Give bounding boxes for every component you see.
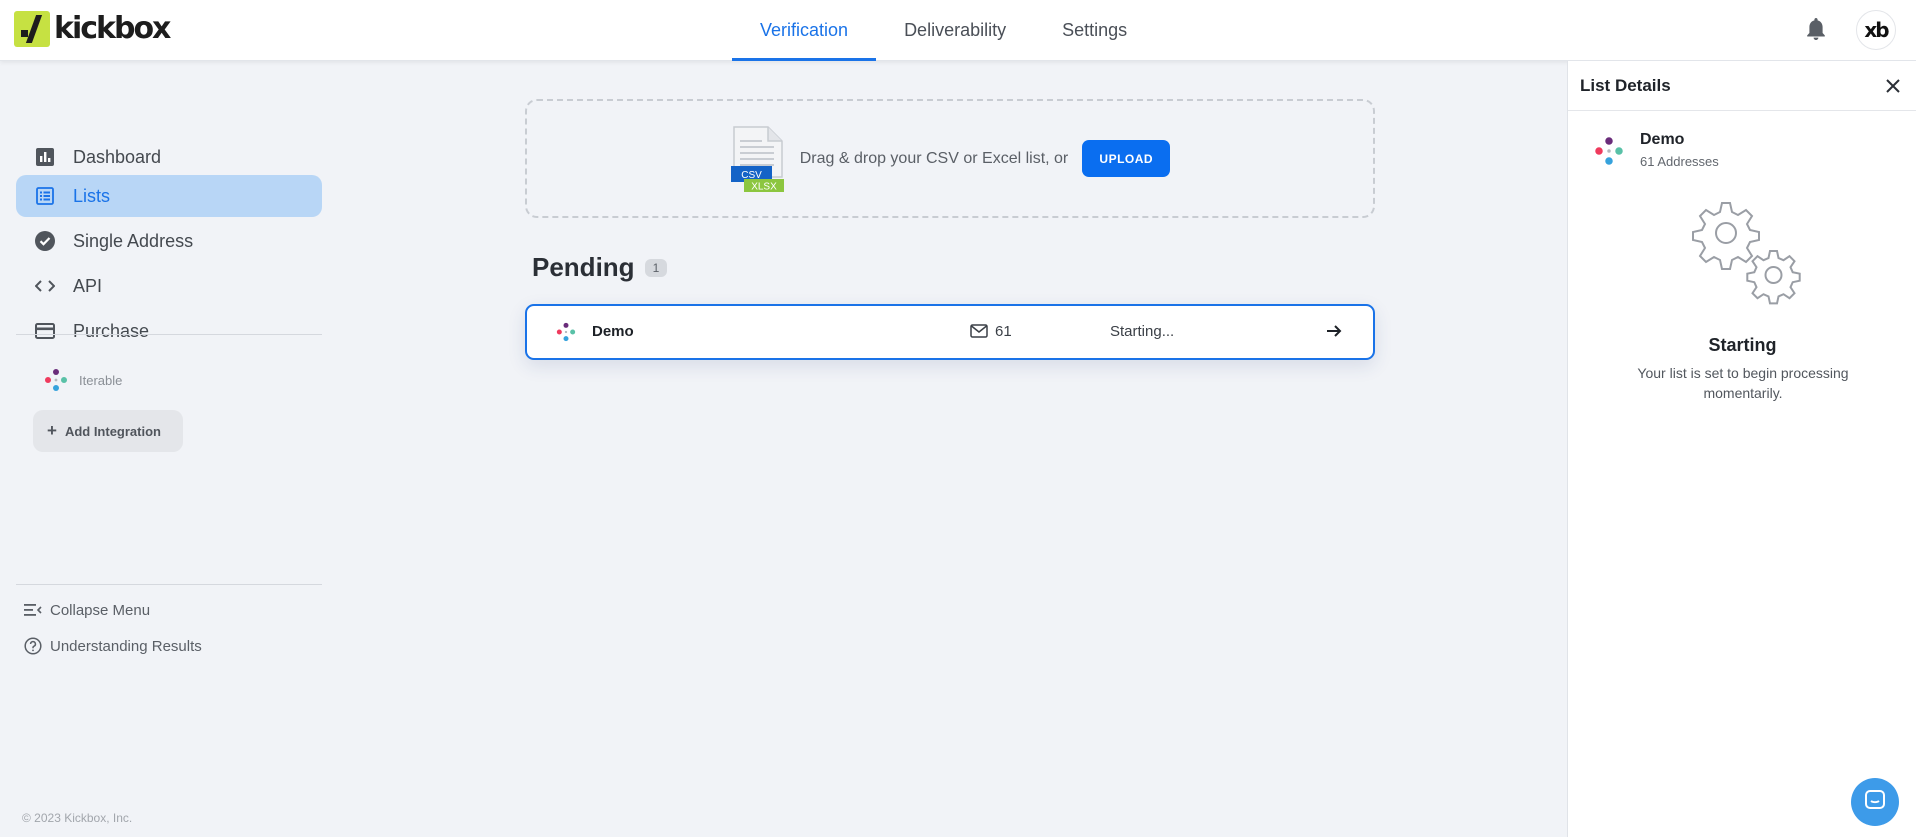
gears-icon (1688, 199, 1803, 309)
sidebar-item-label: Single Address (73, 230, 194, 251)
iterable-logo-icon (1594, 136, 1624, 166)
sidebar-item-single-address[interactable]: Single Address (16, 220, 322, 262)
arrow-right-icon[interactable] (1325, 322, 1343, 340)
code-icon (34, 275, 56, 297)
collapse-menu-button[interactable]: Collapse Menu (24, 601, 150, 619)
integration-iterable[interactable]: Iterable (44, 368, 122, 392)
chat-icon (1863, 788, 1887, 817)
sidebar-item-api[interactable]: API (16, 265, 322, 307)
sidebar-item-label: Lists (73, 185, 111, 206)
understanding-results-label: Understanding Results (50, 637, 202, 655)
sidebar-item-lists[interactable]: Lists (16, 175, 322, 217)
collapse-menu-icon (24, 601, 42, 619)
processing-state-title: Starting (1708, 335, 1777, 355)
dropzone-text: Drag & drop your CSV or Excel list, or (799, 149, 1069, 167)
close-icon[interactable] (1884, 77, 1902, 95)
kickbox-logo[interactable]: kickbox (14, 11, 171, 47)
collapse-menu-label: Collapse Menu (50, 601, 151, 619)
sidebar: Dashboard Lists Single Address API Purch… (0, 61, 330, 837)
upload-button[interactable]: UPLOAD (1082, 140, 1171, 177)
spreadsheet-file-icon: CSV XLSX (730, 125, 786, 192)
copyright-text: © 2023 Kickbox, Inc. (22, 811, 133, 825)
panel-header: List Details (1568, 61, 1916, 111)
bell-icon[interactable] (1804, 16, 1828, 42)
logo-mark-icon (14, 11, 50, 47)
add-integration-button[interactable]: + Add Integration (33, 410, 183, 452)
sidebar-item-dashboard[interactable]: Dashboard (16, 136, 322, 178)
xlsx-badge: XLSX (751, 181, 777, 192)
plus-icon: + (47, 421, 57, 440)
bar-chart-icon (34, 146, 56, 168)
panel-title: List Details (1580, 76, 1671, 95)
iterable-logo-icon (44, 368, 68, 392)
list-details-panel: List Details Demo 61 Addresses Starting … (1567, 61, 1916, 837)
understanding-results-link[interactable]: Understanding Results (24, 637, 202, 655)
check-circle-icon (34, 230, 56, 252)
sidebar-item-label: API (73, 275, 103, 296)
list-status: Starting... (1110, 323, 1175, 340)
iterable-logo-icon (556, 322, 576, 342)
sidebar-bottom-divider (16, 584, 322, 585)
top-bar: kickbox Verification Deliverability Sett… (0, 0, 1916, 61)
pending-count-badge: 1 (644, 258, 668, 277)
chat-launcher-button[interactable] (1851, 778, 1899, 826)
pending-title: Pending (532, 252, 635, 282)
credit-card-icon (34, 320, 56, 342)
panel-list-count: 61 Addresses (1640, 154, 1719, 169)
integration-label: Iterable (79, 372, 123, 388)
tab-deliverability[interactable]: Deliverability (876, 0, 1034, 61)
logo-text: kickbox (54, 11, 171, 46)
main-nav: Verification Deliverability Settings (732, 0, 1155, 61)
help-circle-icon (24, 637, 42, 655)
sidebar-item-purchase[interactable]: Purchase (16, 310, 322, 352)
sidebar-item-label: Purchase (73, 320, 150, 341)
panel-list-name: Demo (1640, 131, 1685, 148)
upload-dropzone[interactable]: CSV XLSX Drag & drop your CSV or Excel l… (525, 99, 1375, 218)
processing-state-description: Your list is set to begin processing mom… (1637, 365, 1849, 401)
avatar[interactable]: xb (1856, 10, 1896, 50)
list-row-demo[interactable]: Demo 61 Starting... (525, 304, 1375, 360)
tab-verification[interactable]: Verification (732, 0, 877, 61)
sidebar-divider (16, 334, 322, 335)
add-integration-label: Add Integration (64, 423, 161, 439)
list-name: Demo (592, 323, 634, 340)
tab-settings[interactable]: Settings (1034, 0, 1155, 61)
sidebar-item-label: Dashboard (73, 146, 162, 167)
list-address-count: 61 (995, 323, 1012, 340)
list-icon (34, 185, 56, 207)
pending-heading: Pending 1 (532, 252, 668, 283)
envelope-icon (970, 322, 988, 340)
